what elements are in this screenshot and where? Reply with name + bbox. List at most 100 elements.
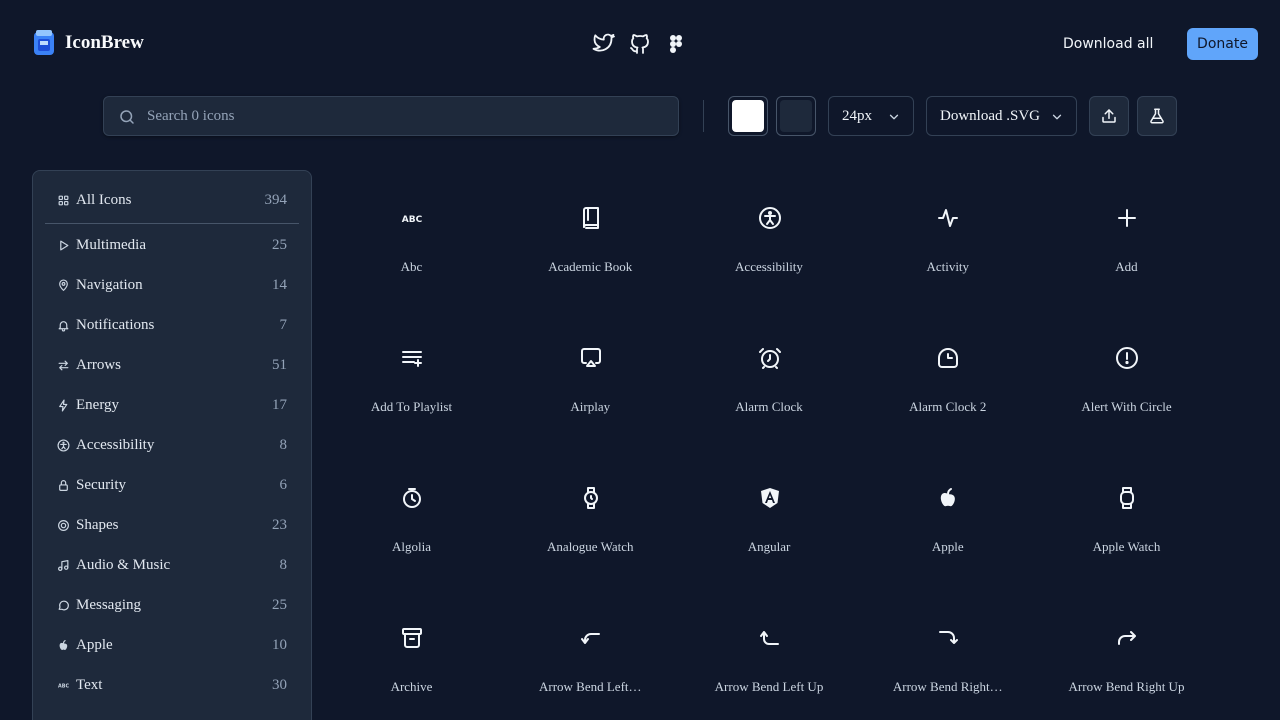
sidebar-item-label: Text: [76, 676, 103, 693]
icon-tile[interactable]: ABC Abc: [322, 170, 501, 310]
icon-tile[interactable]: Alarm Clock 2: [858, 310, 1037, 450]
sidebar-divider: [45, 223, 299, 224]
book-icon: [579, 206, 603, 230]
icon-tile[interactable]: Academic Book: [501, 170, 680, 310]
chevron-down-icon: [887, 110, 901, 124]
playlist-add-icon: [400, 346, 424, 370]
icon-tile[interactable]: Analogue Watch: [501, 450, 680, 590]
download-all-button[interactable]: Download all: [1052, 28, 1164, 60]
apple-icon: [57, 639, 70, 652]
arrow-bend-left-down-icon: [579, 626, 603, 650]
arrows-icon: [57, 359, 70, 372]
sidebar-item-count: 6: [279, 476, 288, 493]
github-icon[interactable]: [628, 32, 652, 56]
icon-tile[interactable]: Arrow Bend Left Up: [680, 590, 859, 720]
icon-grid: ABC Abc Academic Book Accessibility Activity…: [322, 170, 1262, 720]
sidebar-item-count: 8: [279, 436, 288, 453]
icon-tile[interactable]: Arrow Bend Left…: [501, 590, 680, 720]
map-pin-icon: [57, 278, 70, 292]
sidebar-item-shapes[interactable]: Shapes 23: [45, 505, 299, 545]
icon-tile-label: Arrow Bend Left…: [538, 679, 642, 694]
sidebar-item-label: Security: [76, 476, 126, 493]
sidebar-item-label: Shapes: [76, 516, 119, 533]
bell-icon: [57, 319, 70, 332]
icon-tile[interactable]: Accessibility: [680, 170, 859, 310]
sidebar-item-apple[interactable]: Apple 10: [45, 625, 299, 665]
icon-tile[interactable]: Apple: [858, 450, 1037, 590]
sidebar-item-text[interactable]: ABC Text 30: [45, 665, 299, 705]
sidebar-item-arrows[interactable]: Arrows 51: [45, 345, 299, 385]
accessibility-icon: [758, 206, 782, 230]
flask-icon: [1148, 107, 1166, 125]
icon-tile[interactable]: Algolia: [322, 450, 501, 590]
abc-icon: ABC: [400, 206, 424, 230]
icon-tile[interactable]: Alarm Clock: [680, 310, 859, 450]
angular-icon: [758, 486, 782, 510]
twitter-icon[interactable]: [592, 32, 616, 56]
sidebar-item-notifications[interactable]: Notifications 7: [45, 305, 299, 345]
brand-name: IconBrew: [65, 32, 144, 53]
icon-size-select[interactable]: 24px: [828, 96, 914, 136]
sidebar-item-messaging[interactable]: Messaging 25: [45, 585, 299, 625]
sidebar-item-label: All Icons: [76, 191, 132, 208]
arrow-bend-right-down-icon: [936, 626, 960, 650]
donate-button[interactable]: Donate: [1187, 28, 1258, 60]
icon-tile-label: Angular: [747, 539, 791, 554]
sidebar-item-energy[interactable]: Energy 17: [45, 385, 299, 425]
social-links: [592, 32, 688, 56]
alert-circle-icon: [1115, 346, 1139, 370]
primary-color-swatch[interactable]: [728, 96, 768, 136]
search-bar: [103, 96, 679, 136]
brand[interactable]: IconBrew: [32, 29, 144, 57]
search-input[interactable]: [147, 97, 667, 135]
upload-button[interactable]: [1089, 96, 1129, 136]
airplay-icon: [579, 346, 603, 370]
download-format-value: Download .SVG: [940, 108, 1040, 124]
sidebar-item-label: Notifications: [76, 316, 155, 333]
sidebar-item-navigation[interactable]: Navigation 14: [45, 265, 299, 305]
icon-tile-label: Add To Playlist: [370, 399, 453, 414]
icon-tile[interactable]: Add To Playlist: [322, 310, 501, 450]
iconbrew-logo-icon: [32, 29, 56, 57]
toolbar-divider: [703, 100, 704, 132]
icon-tile[interactable]: Arrow Bend Right Up: [1037, 590, 1216, 720]
icon-tile[interactable]: Alert With Circle: [1037, 310, 1216, 450]
sidebar-item-count: 394: [264, 191, 288, 208]
sidebar-item-count: 23: [272, 516, 287, 533]
icon-tile-label: Alarm Clock 2: [909, 399, 987, 414]
icon-tile[interactable]: Airplay: [501, 310, 680, 450]
icon-tile[interactable]: Apple Watch: [1037, 450, 1216, 590]
sidebar-item-label: Audio & Music: [76, 556, 171, 573]
apple-watch-icon: [1115, 486, 1139, 510]
lab-button[interactable]: [1137, 96, 1177, 136]
sidebar-item-count: 10: [272, 636, 287, 653]
icon-size-value: 24px: [842, 108, 872, 124]
accessibility-icon: [57, 438, 70, 452]
icon-tile-label: Alert With Circle: [1081, 399, 1172, 414]
icon-tile-label: Academic Book: [548, 259, 633, 274]
figma-icon[interactable]: [664, 32, 688, 56]
lock-icon: [57, 479, 70, 492]
secondary-color-swatch[interactable]: [776, 96, 816, 136]
sidebar-item-count: 7: [279, 316, 288, 333]
icon-tile[interactable]: Angular: [680, 450, 859, 590]
icon-tile[interactable]: Activity: [858, 170, 1037, 310]
icon-tile[interactable]: Archive: [322, 590, 501, 720]
icon-tile[interactable]: Arrow Bend Right…: [858, 590, 1037, 720]
alarm-clock-icon: [758, 346, 782, 370]
search-icon: [118, 108, 136, 126]
download-format-select[interactable]: Download .SVG: [926, 96, 1077, 136]
icon-tile[interactable]: Add: [1037, 170, 1216, 310]
watch-icon: [579, 486, 603, 510]
sidebar-item-multimedia[interactable]: Multimedia 25: [45, 225, 299, 265]
abc-icon: ABC: [57, 679, 70, 692]
sidebar-item-all-icons[interactable]: All Icons 394: [45, 180, 299, 220]
sidebar-item-label: Messaging: [76, 596, 141, 613]
sidebar-item-count: 30: [272, 676, 287, 693]
algolia-icon: [400, 486, 424, 510]
sidebar-item-audio-music[interactable]: Audio & Music 8: [45, 545, 299, 585]
sidebar-item-security[interactable]: Security 6: [45, 465, 299, 505]
sidebar-item-accessibility[interactable]: Accessibility 8: [45, 425, 299, 465]
icon-tile-label: Analogue Watch: [547, 539, 634, 554]
icon-tile-label: Arrow Bend Right Up: [1068, 679, 1185, 694]
